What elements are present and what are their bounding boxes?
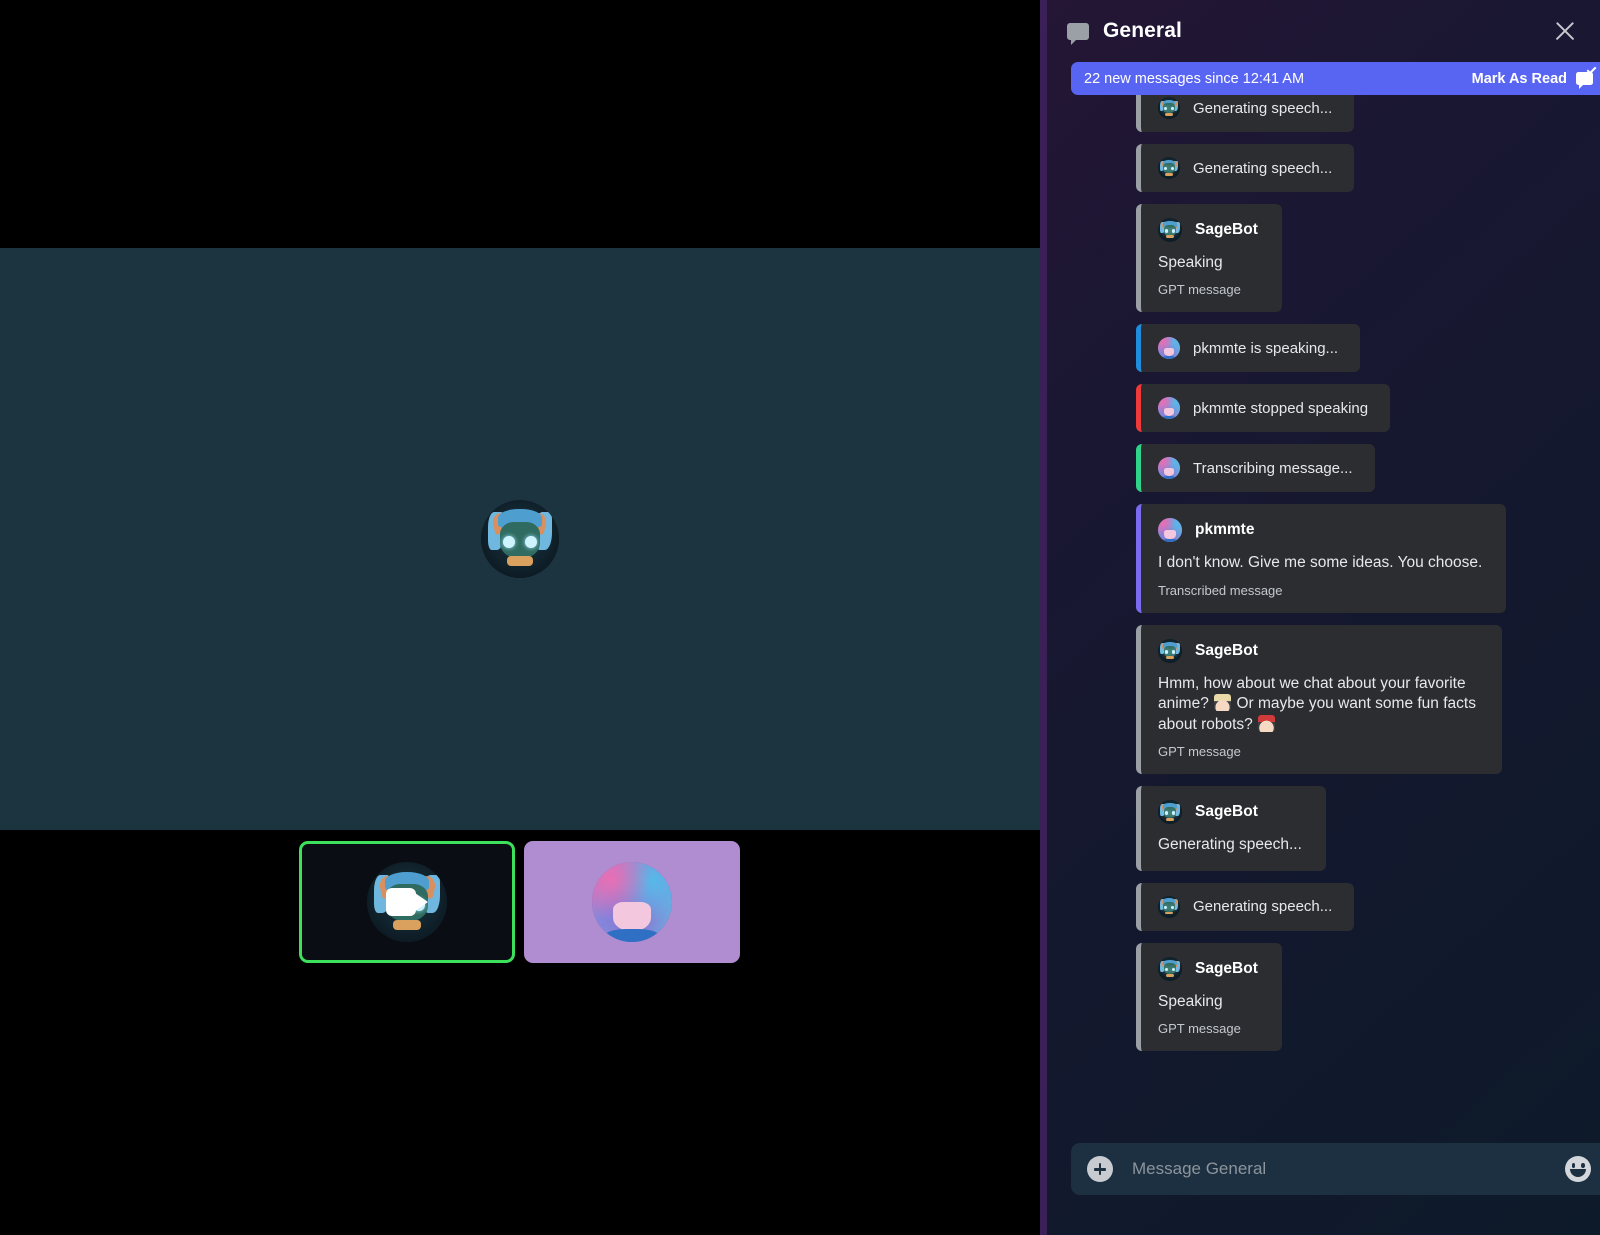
message-footer: GPT message <box>1158 1021 1241 1037</box>
message-row: SageBot Speaking GPT message <box>1136 942 1600 1063</box>
message-author: SageBot <box>1195 641 1258 659</box>
chat-panel: General 22 new messages since 12:41 AM M… <box>1040 0 1600 1235</box>
message-header-row: Generating speech... <box>1158 895 1333 918</box>
avatar-pkmmte <box>1158 397 1180 420</box>
avatar-sagebot <box>1158 800 1182 825</box>
channel-title: General <box>1103 19 1182 42</box>
new-messages-banner[interactable]: 22 new messages since 12:41 AM Mark As R… <box>1071 62 1600 95</box>
mark-as-read-label: Mark As Read <box>1471 70 1567 87</box>
chat-message[interactable]: SageBot Hmm, how about we chat about your… <box>1136 624 1502 775</box>
chat-message[interactable]: SageBot Speaking GPT message <box>1136 204 1282 313</box>
chat-message[interactable]: Transcribing message... <box>1136 444 1375 493</box>
message-header-row: SageBot <box>1158 800 1302 825</box>
chat-message[interactable]: Generating speech... <box>1136 882 1355 931</box>
avatar-sagebot <box>1158 895 1180 918</box>
chat-message[interactable]: Generating speech... <box>1136 144 1355 192</box>
avatar-pkmmte <box>1158 337 1180 360</box>
anime-red-emoji-icon <box>1258 714 1276 732</box>
message-status-text: pkmmte stopped speaking <box>1193 399 1369 417</box>
plus-circle-icon[interactable] <box>1087 1156 1113 1182</box>
message-row: SageBot Generating speech... <box>1136 786 1600 882</box>
tile-avatar-pkmmte <box>592 862 672 942</box>
chat-message[interactable]: pkmmte stopped speaking <box>1136 384 1391 433</box>
message-footer: GPT message <box>1158 282 1241 298</box>
message-body: Hmm, how about we chat about your favori… <box>1158 674 1476 733</box>
avatar-sagebot <box>1158 956 1182 981</box>
message-status-text: Transcribing message... <box>1193 459 1353 477</box>
message-status-text: pkmmte is speaking... <box>1193 339 1339 357</box>
message-row: Generating speech... <box>1136 882 1600 943</box>
stage-avatar-sagebot <box>481 500 559 578</box>
message-author: SageBot <box>1195 959 1258 977</box>
video-camera-icon <box>386 888 428 916</box>
new-messages-text: 22 new messages since 12:41 AM <box>1084 70 1305 87</box>
message-author: SageBot <box>1195 803 1258 821</box>
message-header-row: pkmmte stopped speaking <box>1158 397 1369 420</box>
message-header-row: Generating speech... <box>1158 97 1332 119</box>
message-header-row: Transcribing message... <box>1158 457 1353 480</box>
message-header-row: SageBot <box>1158 638 1478 663</box>
message-footer: GPT message <box>1158 744 1241 760</box>
message-input-bar[interactable] <box>1071 1143 1600 1195</box>
chat-message[interactable]: SageBot Speaking GPT message <box>1136 942 1282 1052</box>
message-author: pkmmte <box>1195 521 1255 539</box>
avatar-sagebot <box>1158 218 1182 242</box>
mark-as-read-icon <box>1576 64 1597 89</box>
message-header-row: SageBot <box>1158 218 1258 242</box>
participant-tile-sagebot[interactable] <box>299 841 515 963</box>
message-row: pkmmte is speaking... <box>1136 324 1600 384</box>
speech-bubble-icon <box>1067 22 1089 45</box>
avatar-pkmmte <box>1158 457 1180 480</box>
message-body: I don't know. Give me some ideas. You ch… <box>1158 554 1483 572</box>
message-header-row: pkmmte is speaking... <box>1158 337 1339 360</box>
participant-tile-pkmmte[interactable] <box>524 841 740 963</box>
message-status-text: Generating speech... <box>1193 99 1333 117</box>
avatar-pkmmte <box>1158 518 1182 543</box>
chat-message[interactable]: pkmmte I don't know. Give me some ideas. … <box>1136 504 1507 613</box>
message-row: Generating speech... <box>1136 144 1600 204</box>
avatar-sagebot <box>1158 638 1182 663</box>
mark-as-read-button[interactable]: Mark As Read <box>1471 64 1597 89</box>
message-row: SageBot Hmm, how about we chat about your… <box>1136 624 1600 786</box>
chat-message[interactable]: SageBot Generating speech... <box>1136 786 1326 871</box>
smiley-face-icon[interactable] <box>1565 1156 1591 1182</box>
message-list[interactable]: Generating speech... Generating speech...… <box>1047 84 1600 1122</box>
message-body: Speaking <box>1158 992 1223 1010</box>
message-status-text: Generating speech... <box>1193 159 1333 177</box>
participant-tile-strip <box>0 841 1040 963</box>
app-root: General 22 new messages since 12:41 AM M… <box>0 0 1600 1235</box>
video-stage[interactable] <box>0 248 1040 830</box>
message-header-row: pkmmte <box>1158 518 1482 543</box>
close-icon[interactable] <box>1552 18 1578 44</box>
message-author: SageBot <box>1195 221 1258 238</box>
message-footer: Transcribed message <box>1158 582 1283 598</box>
message-row: pkmmte stopped speaking <box>1136 384 1600 444</box>
message-row: Transcribing message... <box>1136 444 1600 504</box>
message-body: Speaking <box>1158 254 1223 271</box>
video-call-area <box>0 0 1040 1235</box>
chat-message[interactable]: pkmmte is speaking... <box>1136 324 1361 373</box>
chat-header: General <box>1047 0 1600 62</box>
avatar-sagebot <box>1158 157 1180 179</box>
message-input[interactable] <box>1132 1159 1551 1179</box>
message-status-text: Generating speech... <box>1193 898 1333 916</box>
anime-emoji-icon <box>1214 694 1232 712</box>
avatar-sagebot <box>1158 97 1180 119</box>
message-row: pkmmte I don't know. Give me some ideas. … <box>1136 504 1600 624</box>
message-body: Generating speech... <box>1158 836 1302 854</box>
message-header-row: SageBot <box>1158 956 1258 981</box>
message-row: SageBot Speaking GPT message <box>1136 204 1600 324</box>
message-header-row: Generating speech... <box>1158 157 1332 179</box>
